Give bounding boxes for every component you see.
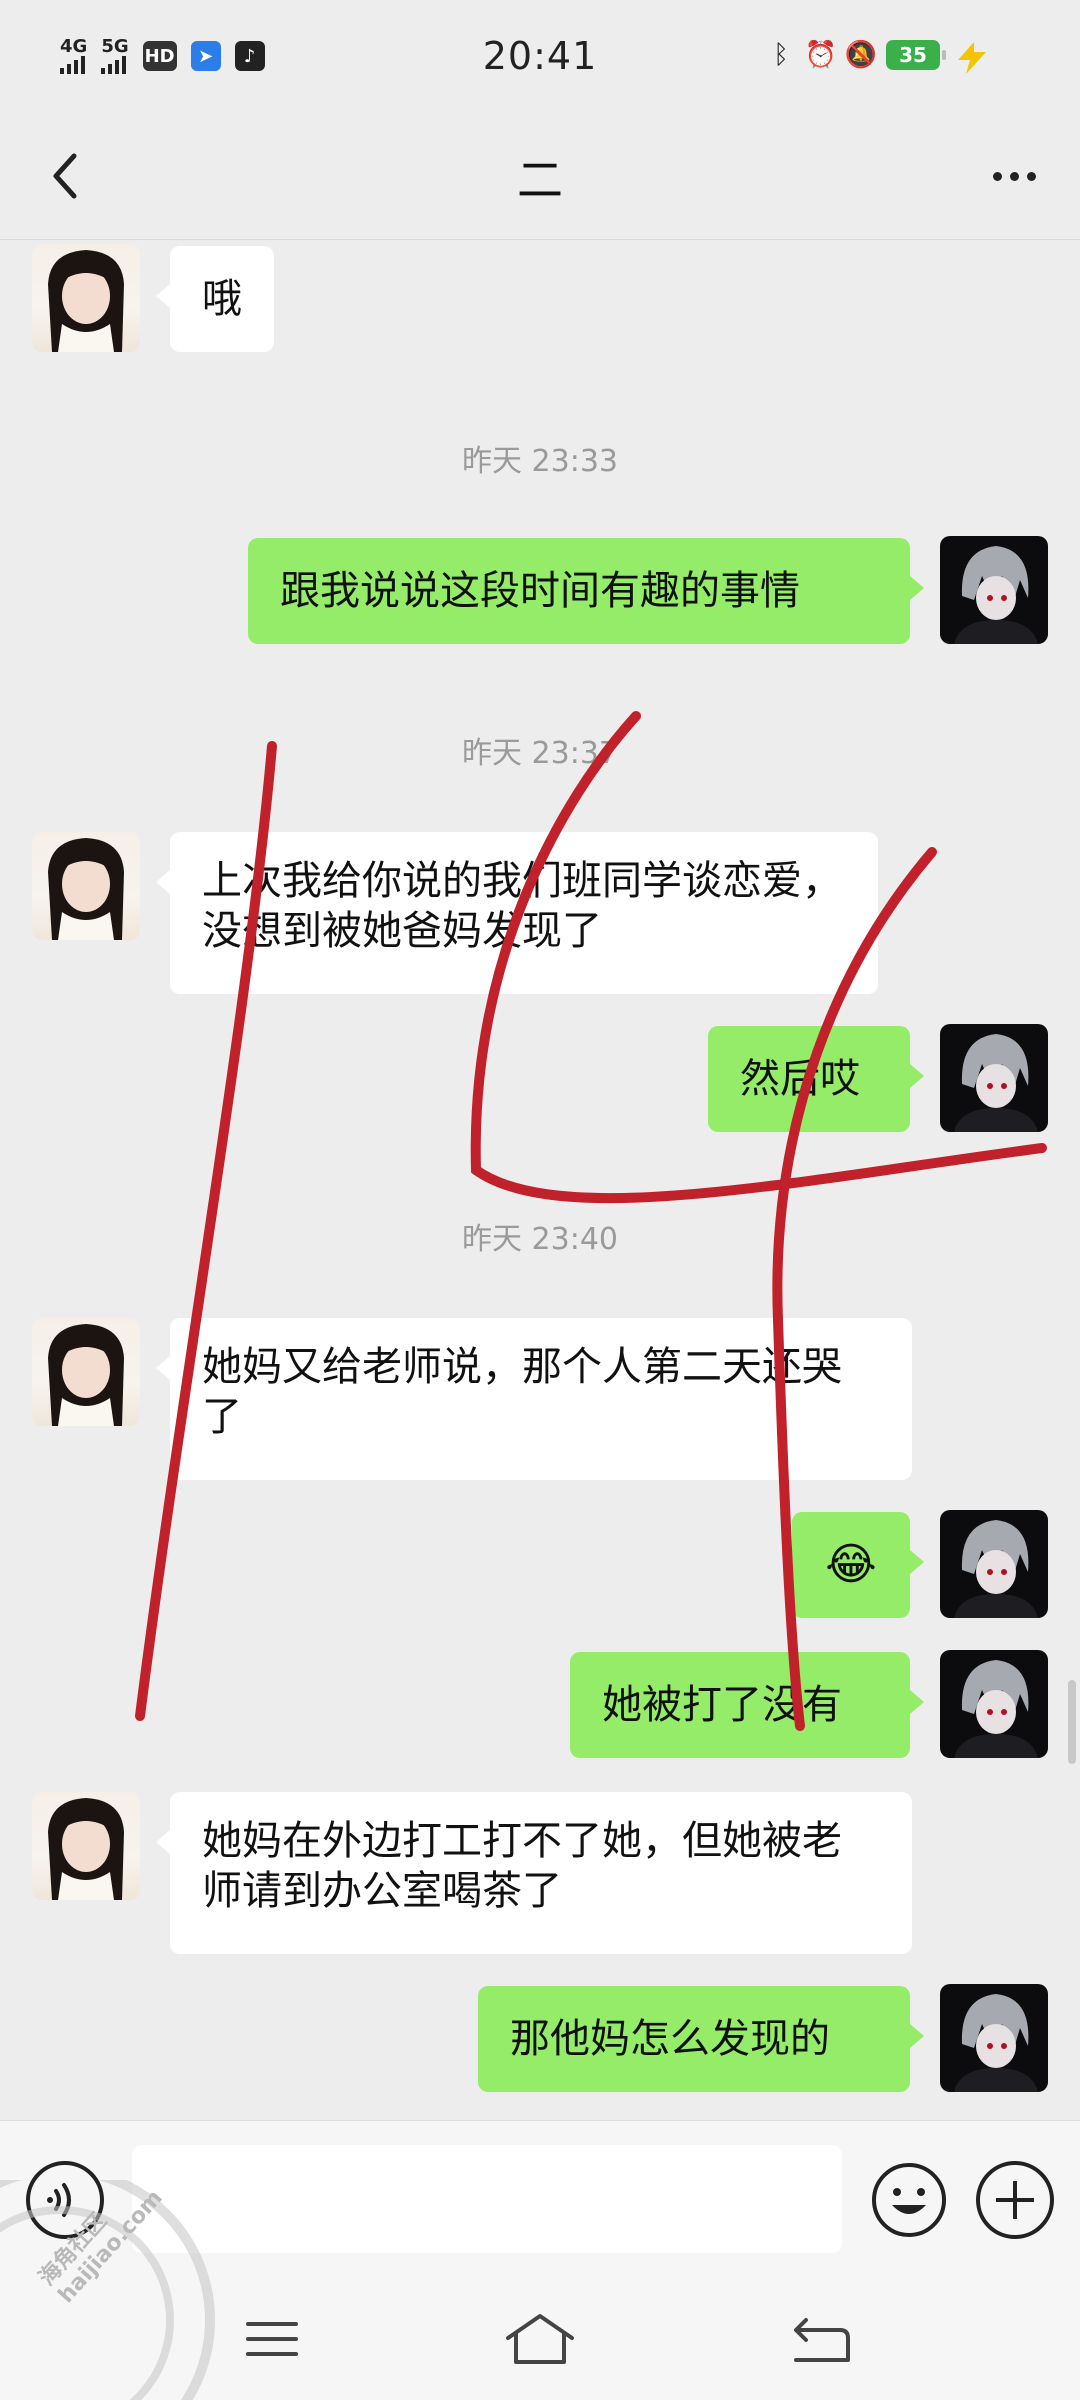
emoji-icon[interactable] (870, 2161, 948, 2239)
message-bubble[interactable]: 她妈在外边打工打不了她，但她被老师请到办公室喝茶了 (156, 1792, 912, 1954)
user-avatar[interactable] (940, 536, 1048, 644)
charging-icon (958, 42, 986, 74)
chat-title: 二 (517, 153, 563, 207)
contact-avatar[interactable] (32, 1318, 140, 1426)
message-bubble[interactable]: 上次我给你说的我们班同学谈恋爱，没想到被她爸妈发现了 (156, 832, 878, 994)
contact-avatar[interactable] (32, 1792, 140, 1900)
message-text: 她被打了没有 (602, 1682, 842, 1728)
mute-icon: 🔕 (844, 40, 878, 70)
message-bubble[interactable]: 哦 (156, 246, 274, 352)
user-avatar[interactable] (940, 1510, 1048, 1618)
user-avatar[interactable] (940, 1984, 1048, 2092)
contact-avatar[interactable] (32, 244, 140, 352)
message-text: 她妈在外边打工打不了她，但她被老师请到办公室喝茶了 (202, 1818, 842, 1914)
emoji-message: 😂 (825, 1539, 877, 1590)
back-icon[interactable] (782, 2304, 862, 2374)
message-text: 然后哎 (740, 1056, 860, 1102)
message-list[interactable]: 哦 昨天 23:33 跟我说说这段时间有趣的事情 昨天 23:37 上次我给你说… (0, 240, 1080, 2120)
contact-avatar[interactable] (32, 832, 140, 940)
menu-icon[interactable] (232, 2304, 312, 2374)
timestamp: 昨天 23:37 (462, 736, 618, 771)
alarm-icon: ⏰ (804, 40, 838, 70)
timestamp: 昨天 23:33 (462, 444, 618, 479)
message-bubble[interactable]: 她妈又给老师说，那个人第二天还哭了 (156, 1318, 912, 1480)
message-bubble[interactable]: 她被打了没有 (570, 1652, 924, 1758)
message-input[interactable] (132, 2145, 842, 2253)
message-bubble[interactable]: 跟我说说这段时间有趣的事情 (248, 538, 924, 644)
message-bubble[interactable]: 😂 (792, 1512, 924, 1618)
message-text: 跟我说说这段时间有趣的事情 (280, 568, 800, 614)
more-dots-icon[interactable] (984, 146, 1044, 206)
home-icon[interactable] (500, 2304, 580, 2374)
message-text: 哦 (202, 276, 242, 322)
message-bubble[interactable]: 那他妈怎么发现的 (478, 1986, 924, 2092)
bluetooth-icon: ᛒ (773, 40, 789, 70)
message-text: 那他妈怎么发现的 (510, 2016, 830, 2062)
user-avatar[interactable] (940, 1024, 1048, 1132)
timestamp: 昨天 23:40 (462, 1222, 618, 1257)
status-bar: 4G 5G HD ➤ ♪ 20:41 ᛒ ⏰ 🔕 35 (0, 0, 1080, 120)
chat-header: 二 (0, 120, 1080, 240)
message-text: 她妈又给老师说，那个人第二天还哭了 (202, 1344, 842, 1440)
battery-icon: 35 (886, 40, 946, 70)
plus-icon[interactable] (976, 2161, 1054, 2239)
status-right: ᛒ ⏰ 🔕 35 (766, 40, 946, 70)
message-bubble[interactable]: 然后哎 (708, 1026, 924, 1132)
chat-screen: 4G 5G HD ➤ ♪ 20:41 ᛒ ⏰ 🔕 35 二 哦 昨天 23:33… (0, 0, 1080, 2400)
message-text: 上次我给你说的我们班同学谈恋爱，没想到被她爸妈发现了 (202, 858, 842, 954)
scrollbar-thumb[interactable] (1068, 1680, 1076, 1764)
user-avatar[interactable] (940, 1650, 1048, 1758)
